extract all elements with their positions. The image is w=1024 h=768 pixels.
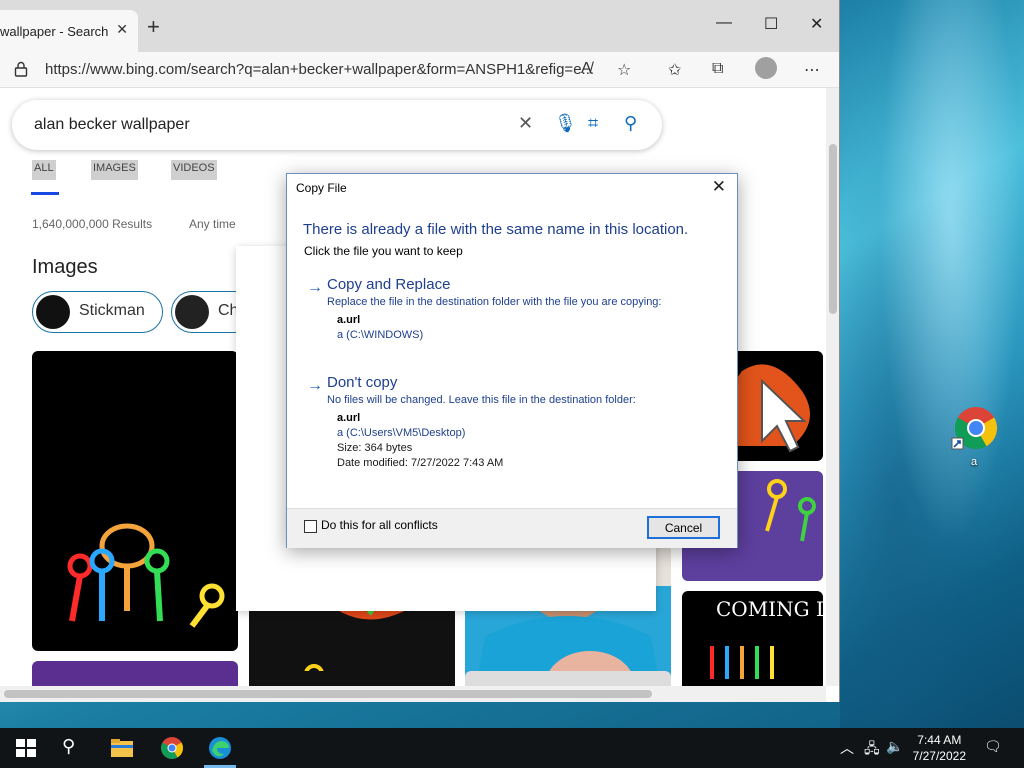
horizontal-scroll-thumb[interactable] <box>4 690 652 698</box>
chrome-shortcut-icon[interactable] <box>950 404 998 452</box>
option-title: Don't copy <box>327 374 398 391</box>
clock[interactable]: 7:44 AM 7/27/2022 <box>913 732 966 764</box>
desktop-icon-label[interactable]: a <box>971 456 977 468</box>
volume-icon[interactable]: 🔈 <box>886 738 903 755</box>
file-explorer-icon[interactable] <box>110 736 134 760</box>
url-field[interactable]: https://www.bing.com/search?q=alan+becke… <box>45 61 594 78</box>
active-tab-underline <box>31 192 59 195</box>
read-aloud-icon[interactable]: A̸ <box>581 60 592 78</box>
search-box[interactable]: alan becker wallpaper ✕ 🎙 ⌗ ⚲ <box>12 100 662 150</box>
tab-videos[interactable]: VIDEOS <box>171 160 217 180</box>
dialog-heading: There is already a file with the same na… <box>303 221 689 238</box>
tab-images[interactable]: IMAGES <box>91 160 138 180</box>
desktop-background <box>840 0 1024 728</box>
option-description: No files will be changed. Leave this fil… <box>327 394 636 406</box>
dont-copy-option[interactable]: → Don't copy No files will be changed. L… <box>287 368 737 473</box>
search-icon[interactable]: ⚲ <box>62 736 86 760</box>
images-heading: Images <box>32 256 98 278</box>
stickfigures-image <box>67 523 225 628</box>
file-date-modified: Date modified: 7/27/2022 7:43 AM <box>337 457 504 469</box>
image-result[interactable] <box>32 661 238 686</box>
chevron-up-icon[interactable]: ︿ <box>840 738 854 758</box>
collections-icon[interactable]: ⧉ <box>712 60 723 78</box>
browser-titlebar: wallpaper - Search ✕ + — ☐ ✕ <box>0 0 839 52</box>
image-result[interactable] <box>465 671 671 686</box>
clear-icon[interactable]: ✕ <box>518 113 533 134</box>
option-description: Replace the file in the destination fold… <box>327 296 662 308</box>
chrome-taskbar-icon[interactable] <box>160 736 184 760</box>
tab-title: wallpaper - Search <box>0 23 109 39</box>
tab-all[interactable]: ALL <box>32 160 56 180</box>
vertical-scrollbar[interactable] <box>826 88 839 686</box>
any-time-filter[interactable]: Any time <box>189 217 236 231</box>
image-result[interactable] <box>32 351 238 651</box>
chip-thumbnail <box>36 295 70 329</box>
checkbox-label[interactable]: Do this for all conflicts <box>321 518 438 532</box>
chip-stickman[interactable]: Stickman <box>32 291 163 333</box>
edge-taskbar-icon[interactable] <box>208 736 232 760</box>
tab-close-icon[interactable]: ✕ <box>116 21 128 38</box>
favorites-icon[interactable]: ✩ <box>668 60 681 80</box>
browser-tab[interactable]: wallpaper - Search ✕ <box>0 10 138 52</box>
stickfigure-lineup <box>710 646 774 679</box>
file-path: a (C:\Users\VM5\Desktop) <box>337 427 466 439</box>
conflicts-checkbox[interactable] <box>304 520 317 533</box>
image-result[interactable]: COMING DEC <box>682 591 823 686</box>
visual-search-icon[interactable]: ⌗ <box>588 113 598 134</box>
horizontal-scrollbar[interactable] <box>0 686 826 702</box>
search-icon[interactable]: ⚲ <box>624 113 637 134</box>
dialog-title: Copy File <box>296 181 347 195</box>
copy-file-dialog: Copy File ✕ There is already a file with… <box>286 173 738 548</box>
dialog-close-icon[interactable]: ✕ <box>712 177 726 197</box>
results-count: 1,640,000,000 Results <box>32 217 153 231</box>
close-window-icon[interactable]: ✕ <box>810 14 823 34</box>
address-bar: https://www.bing.com/search?q=alan+becke… <box>0 52 839 88</box>
cancel-button[interactable]: Cancel <box>647 516 720 539</box>
chip-thumbnail <box>175 295 209 329</box>
file-size: Size: 364 bytes <box>337 442 413 454</box>
minimize-icon[interactable]: — <box>716 14 732 32</box>
arrow-right-icon: → <box>307 377 323 394</box>
new-tab-icon[interactable]: + <box>147 14 160 40</box>
file-path: a (C:\WINDOWS) <box>337 329 424 341</box>
file-name: a.url <box>337 314 361 326</box>
maximize-icon[interactable]: ☐ <box>764 14 778 34</box>
more-menu-icon[interactable]: ⋯ <box>804 60 820 80</box>
copy-and-replace-option[interactable]: → Copy and Replace Replace the file in t… <box>287 270 737 350</box>
lock-icon <box>14 61 28 77</box>
profile-avatar-icon[interactable] <box>755 57 777 79</box>
network-icon[interactable]: 🖧 <box>864 738 880 762</box>
microphone-icon[interactable]: 🎙 <box>554 113 577 134</box>
option-title: Copy and Replace <box>327 276 451 293</box>
clock-time: 7:44 AM <box>917 733 962 747</box>
arrow-right-icon: → <box>307 279 323 296</box>
image-result[interactable] <box>249 671 455 686</box>
search-input[interactable]: alan becker wallpaper <box>34 116 190 134</box>
notifications-icon[interactable]: 🗨 <box>984 738 1002 755</box>
dialog-subheading: Click the file you want to keep <box>304 244 463 258</box>
vertical-scroll-thumb[interactable] <box>829 144 837 314</box>
dialog-footer: Do this for all conflicts Cancel <box>287 508 737 548</box>
taskbar: ⚲ ︿ 🖧 🔈 7:44 AM 7/27/2022 🗨 <box>0 728 1024 768</box>
favorite-star-icon[interactable]: ☆ <box>617 60 631 80</box>
chip-label: Stickman <box>79 302 145 319</box>
windows-start-icon[interactable] <box>14 736 38 760</box>
file-name: a.url <box>337 412 361 424</box>
clock-date: 7/27/2022 <box>912 749 966 763</box>
